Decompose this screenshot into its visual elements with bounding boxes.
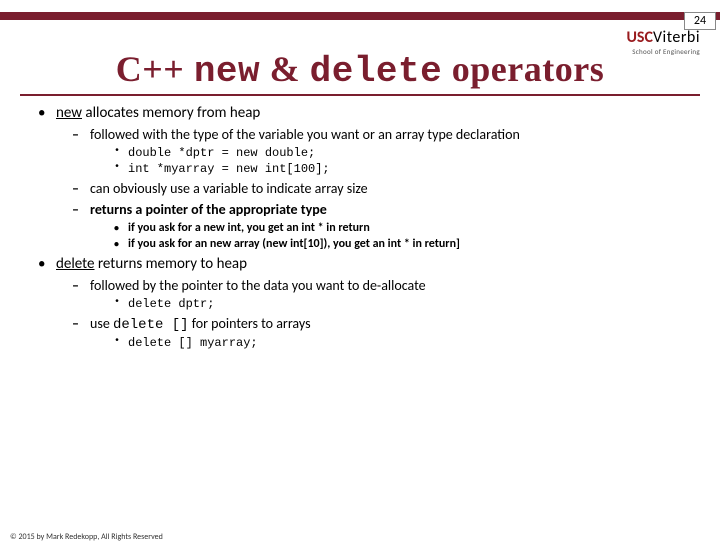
slide-content: new allocates memory from heap followed … <box>30 104 690 350</box>
slide-title: C++ new & delete operators <box>20 48 700 96</box>
sub-variable-size: can obviously use a variable to indicate… <box>72 180 690 197</box>
bullet-new: new allocates memory from heap followed … <box>38 104 690 251</box>
sub-delete-array: use delete [] for pointers to arrays del… <box>72 315 690 350</box>
code-dptr: double *dptr = new double; <box>114 146 690 160</box>
sub-followed-type: followed with the type of the variable y… <box>72 126 690 176</box>
logo-viterbi: Viterbi <box>653 28 700 47</box>
note-array-return: if you ask for an new array (new int[10]… <box>114 237 690 251</box>
sub-returns-pointer: returns a pointer of the appropriate typ… <box>72 201 690 251</box>
note-int-return: if you ask for a new int, you get an int… <box>114 221 690 235</box>
bullet-delete: delete returns memory to heap followed b… <box>38 255 690 350</box>
copyright-footer: © 2015 by Mark Redekopp, All Rights Rese… <box>10 532 163 542</box>
logo: USCViterbi School of Engineering <box>626 30 700 55</box>
sub-followed-pointer: followed by the pointer to the data you … <box>72 277 690 311</box>
code-myarray: int *myarray = new int[100]; <box>114 162 690 176</box>
code-delete-dptr: delete dptr; <box>114 297 690 311</box>
logo-usc: USC <box>626 28 652 47</box>
header-bar <box>0 12 720 20</box>
code-delete-myarray: delete [] myarray; <box>114 336 690 350</box>
logo-subtitle: School of Engineering <box>626 48 700 55</box>
